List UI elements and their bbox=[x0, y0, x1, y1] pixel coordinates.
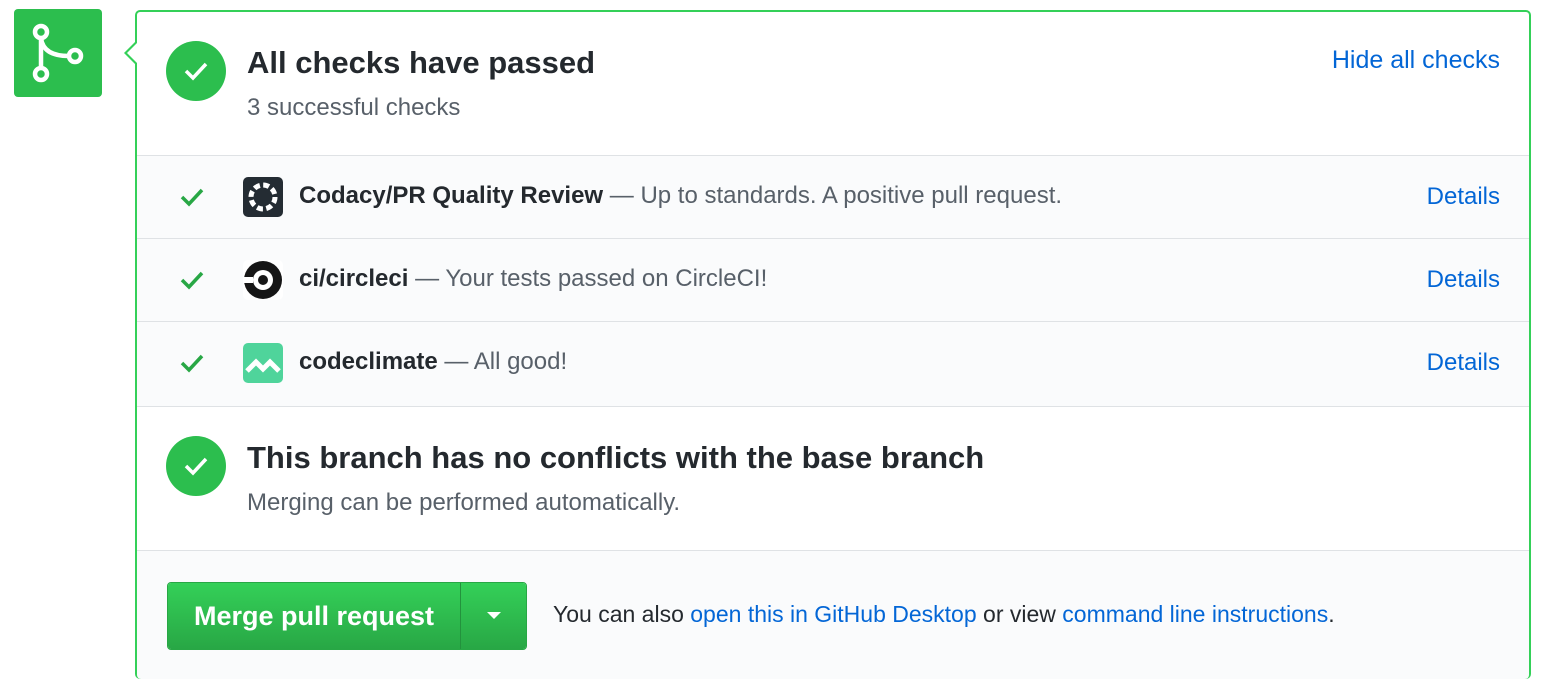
checks-summary: All checks have passed 3 successful chec… bbox=[137, 12, 1529, 156]
check-name: Codacy/PR Quality Review bbox=[299, 182, 604, 209]
merge-options-dropdown[interactable] bbox=[460, 583, 527, 649]
check-row-codeclimate: codeclimate — All good! Details bbox=[137, 322, 1529, 407]
check-details-link[interactable]: Details bbox=[1427, 183, 1500, 211]
command-line-instructions-link[interactable]: command line instructions bbox=[1062, 601, 1328, 627]
check-row-codacy: Codacy/PR Quality Review — Up to standar… bbox=[137, 156, 1529, 239]
checks-passed-icon bbox=[166, 41, 226, 101]
branch-status: This branch has no conflicts with the ba… bbox=[137, 407, 1529, 551]
hide-all-checks-link[interactable]: Hide all checks bbox=[1332, 46, 1500, 75]
codacy-logo-icon bbox=[243, 177, 283, 217]
check-icon bbox=[180, 271, 204, 290]
check-icon bbox=[180, 188, 204, 207]
check-icon bbox=[180, 354, 204, 373]
circleci-logo-icon bbox=[243, 260, 283, 300]
merge-hint-prefix: You can also bbox=[553, 601, 691, 627]
merge-hint-suffix: . bbox=[1328, 601, 1335, 627]
merge-status-icon bbox=[14, 9, 102, 97]
check-details-link[interactable]: Details bbox=[1427, 349, 1500, 377]
check-description: — Your tests passed on CircleCI! bbox=[408, 265, 768, 292]
git-merge-icon bbox=[32, 23, 84, 83]
checks-summary-subtitle: 3 successful checks bbox=[247, 94, 461, 121]
check-name: ci/circleci bbox=[299, 265, 409, 292]
checks-summary-title: All checks have passed bbox=[247, 45, 596, 80]
check-description: — All good! bbox=[437, 348, 568, 375]
open-in-desktop-link[interactable]: open this in GitHub Desktop bbox=[690, 601, 976, 627]
no-conflicts-icon bbox=[166, 436, 226, 496]
check-details-link[interactable]: Details bbox=[1427, 266, 1500, 294]
merge-hint: You can also open this in GitHub Desktop… bbox=[553, 601, 1335, 628]
merge-hint-middle: or view bbox=[976, 601, 1063, 627]
merge-button-group: Merge pull request bbox=[167, 582, 528, 650]
codeclimate-logo-icon bbox=[243, 343, 283, 383]
caret-down-icon bbox=[486, 612, 501, 619]
merge-status-panel: All checks have passed 3 successful chec… bbox=[124, 10, 1531, 679]
branch-status-title: This branch has no conflicts with the ba… bbox=[247, 440, 985, 475]
merge-action-area: Merge pull request You can also open thi… bbox=[137, 551, 1529, 679]
checks-list: Codacy/PR Quality Review — Up to standar… bbox=[137, 156, 1529, 407]
check-description: — Up to standards. A positive pull reque… bbox=[603, 182, 1063, 209]
check-name: codeclimate bbox=[299, 348, 438, 375]
branch-status-subtitle: Merging can be performed automatically. bbox=[247, 489, 681, 516]
check-row-circleci: ci/circleci — Your tests passed on Circl… bbox=[137, 239, 1529, 322]
merge-pull-request-button[interactable]: Merge pull request bbox=[168, 583, 461, 649]
